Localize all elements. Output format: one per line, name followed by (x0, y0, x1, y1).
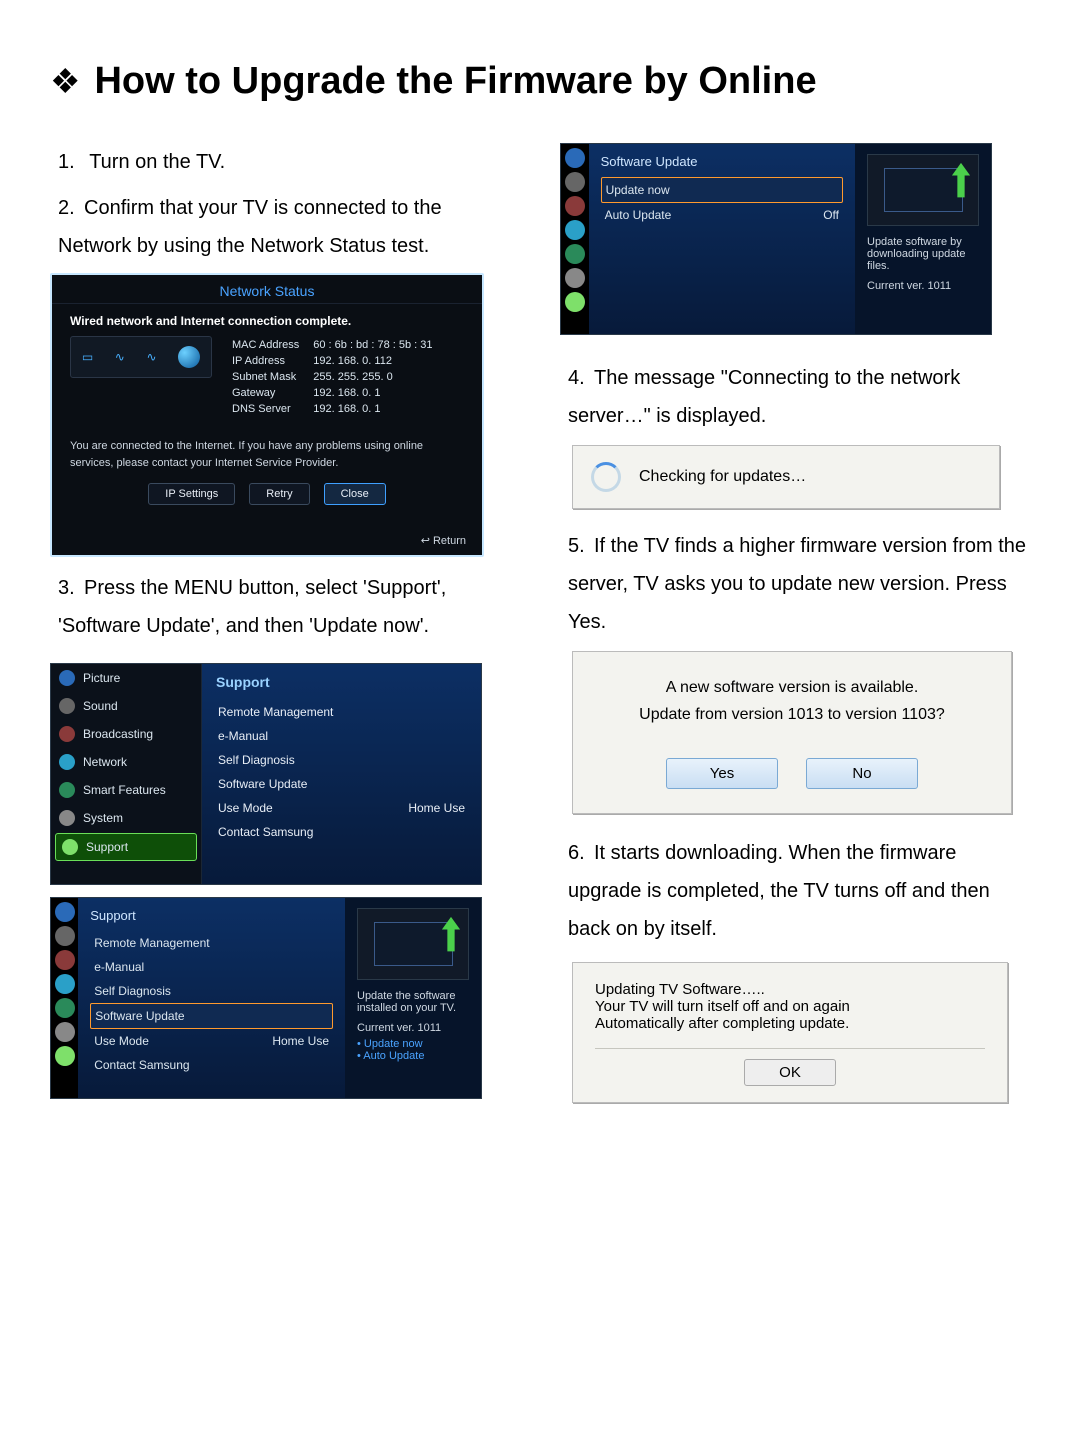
side-icon (565, 220, 585, 240)
page-title: How to Upgrade the Firmware by Online (94, 60, 816, 103)
ns-title: Network Status (52, 275, 482, 304)
upd-line3: Automatically after completing update. (595, 1015, 985, 1032)
opt-contact-samsung[interactable]: Contact Samsung (216, 820, 467, 844)
sub-info1: Update the software installed on your TV… (357, 990, 469, 1014)
side-icon (55, 902, 75, 922)
sub-info3a: • Update now (357, 1038, 469, 1050)
retry-button[interactable]: Retry (249, 483, 309, 505)
bullet-icon: ❖ (50, 62, 80, 102)
checking-updates-box: Checking for updates… (572, 445, 1000, 509)
step-2: 2.Confirm that your TV is connected to t… (58, 189, 520, 265)
sub-header: Support (90, 908, 333, 923)
side-icon (55, 926, 75, 946)
screenshot-software-update-menu: Software Update Update now Auto UpdateOf… (560, 143, 992, 335)
page-title-row: ❖ How to Upgrade the Firmware by Online (50, 60, 1030, 103)
sub-e-manual[interactable]: e-Manual (90, 955, 333, 979)
menu-item-system[interactable]: System (51, 804, 201, 832)
checking-text: Checking for updates… (639, 468, 806, 486)
sub-self-diagnosis[interactable]: Self Diagnosis (90, 979, 333, 1003)
update-available-dialog: A new software version is available. Upd… (572, 651, 1012, 814)
step-4: 4.The message "Connecting to the network… (568, 359, 1030, 435)
ip-settings-button[interactable]: IP Settings (148, 483, 235, 505)
ok-button[interactable]: OK (744, 1059, 836, 1086)
su-info1: Update software by downloading update fi… (867, 236, 979, 272)
sub-remote-management[interactable]: Remote Management (90, 931, 333, 955)
menu-item-network[interactable]: Network (51, 748, 201, 776)
arrow-up-icon (440, 915, 462, 955)
side-icon (55, 1022, 75, 1042)
opt-use-mode[interactable]: Use ModeHome Use (216, 796, 467, 820)
tv-thumb (867, 154, 979, 226)
close-button[interactable]: Close (324, 483, 386, 505)
opt-software-update[interactable]: Software Update (216, 772, 467, 796)
su-header: Software Update (601, 154, 843, 169)
sub-info2: Current ver. 1011 (357, 1022, 469, 1034)
globe-icon (178, 346, 200, 368)
side-icon (55, 1046, 75, 1066)
opt-e-manual[interactable]: e-Manual (216, 724, 467, 748)
yes-button[interactable]: Yes (666, 758, 778, 789)
side-icon (55, 950, 75, 970)
side-icon (565, 244, 585, 264)
updating-software-box: Updating TV Software….. Your TV will tur… (572, 962, 1008, 1103)
side-icon (55, 998, 75, 1018)
step-1: 1. Turn on the TV. (58, 143, 520, 181)
screenshot-network-status: Network Status Wired network and Interne… (50, 273, 484, 557)
tv-icon: ▭ (82, 350, 93, 364)
menu-item-picture[interactable]: Picture (51, 664, 201, 692)
upd-line1: Updating TV Software….. (595, 981, 985, 998)
sub-info3b: • Auto Update (357, 1050, 469, 1062)
ns-table: MAC Address60 : 6b : bd : 78 : 5b : 31 I… (224, 336, 441, 418)
link-icon: ∿ (115, 350, 125, 364)
return-button[interactable]: ↩ Return (421, 534, 466, 547)
support-header: Support (216, 674, 467, 690)
step-3: 3.Press the MENU button, select 'Support… (58, 569, 520, 645)
sub-use-mode[interactable]: Use ModeHome Use (90, 1029, 333, 1053)
dlg-line2: Update from version 1013 to version 1103… (597, 701, 987, 728)
side-icon (565, 292, 585, 312)
step-6: 6.It starts downloading. When the firmwa… (568, 834, 1030, 948)
su-auto-update[interactable]: Auto UpdateOff (601, 203, 843, 227)
side-icon (565, 148, 585, 168)
tv-thumb (357, 908, 469, 980)
screenshot-support-submenu: Support Remote Management e-Manual Self … (50, 897, 482, 1099)
su-info2: Current ver. 1011 (867, 280, 979, 292)
router-icon: ∿ (146, 350, 156, 364)
menu-item-broadcasting[interactable]: Broadcasting (51, 720, 201, 748)
su-update-now[interactable]: Update now (601, 177, 843, 203)
sub-software-update[interactable]: Software Update (90, 1003, 333, 1029)
menu-item-smart-features[interactable]: Smart Features (51, 776, 201, 804)
side-icon (55, 974, 75, 994)
step-5: 5.If the TV finds a higher firmware vers… (568, 527, 1030, 641)
arrow-up-icon (950, 161, 972, 201)
menu-item-support[interactable]: Support (55, 833, 197, 861)
screenshot-support-menu: Picture Sound Broadcasting Network Smart… (50, 663, 482, 885)
ns-note: You are connected to the Internet. If yo… (70, 438, 464, 471)
ns-status-message: Wired network and Internet connection co… (70, 314, 464, 328)
ns-diagram: ▭ ∿ ∿ (70, 336, 212, 378)
spinner-icon (591, 462, 621, 492)
menu-item-sound[interactable]: Sound (51, 692, 201, 720)
opt-remote-management[interactable]: Remote Management (216, 700, 467, 724)
upd-line2: Your TV will turn itself off and on agai… (595, 998, 985, 1015)
side-icon (565, 196, 585, 216)
opt-self-diagnosis[interactable]: Self Diagnosis (216, 748, 467, 772)
dlg-line1: A new software version is available. (597, 674, 987, 701)
side-icon (565, 172, 585, 192)
no-button[interactable]: No (806, 758, 918, 789)
side-icon (565, 268, 585, 288)
sub-contact-samsung[interactable]: Contact Samsung (90, 1053, 333, 1077)
